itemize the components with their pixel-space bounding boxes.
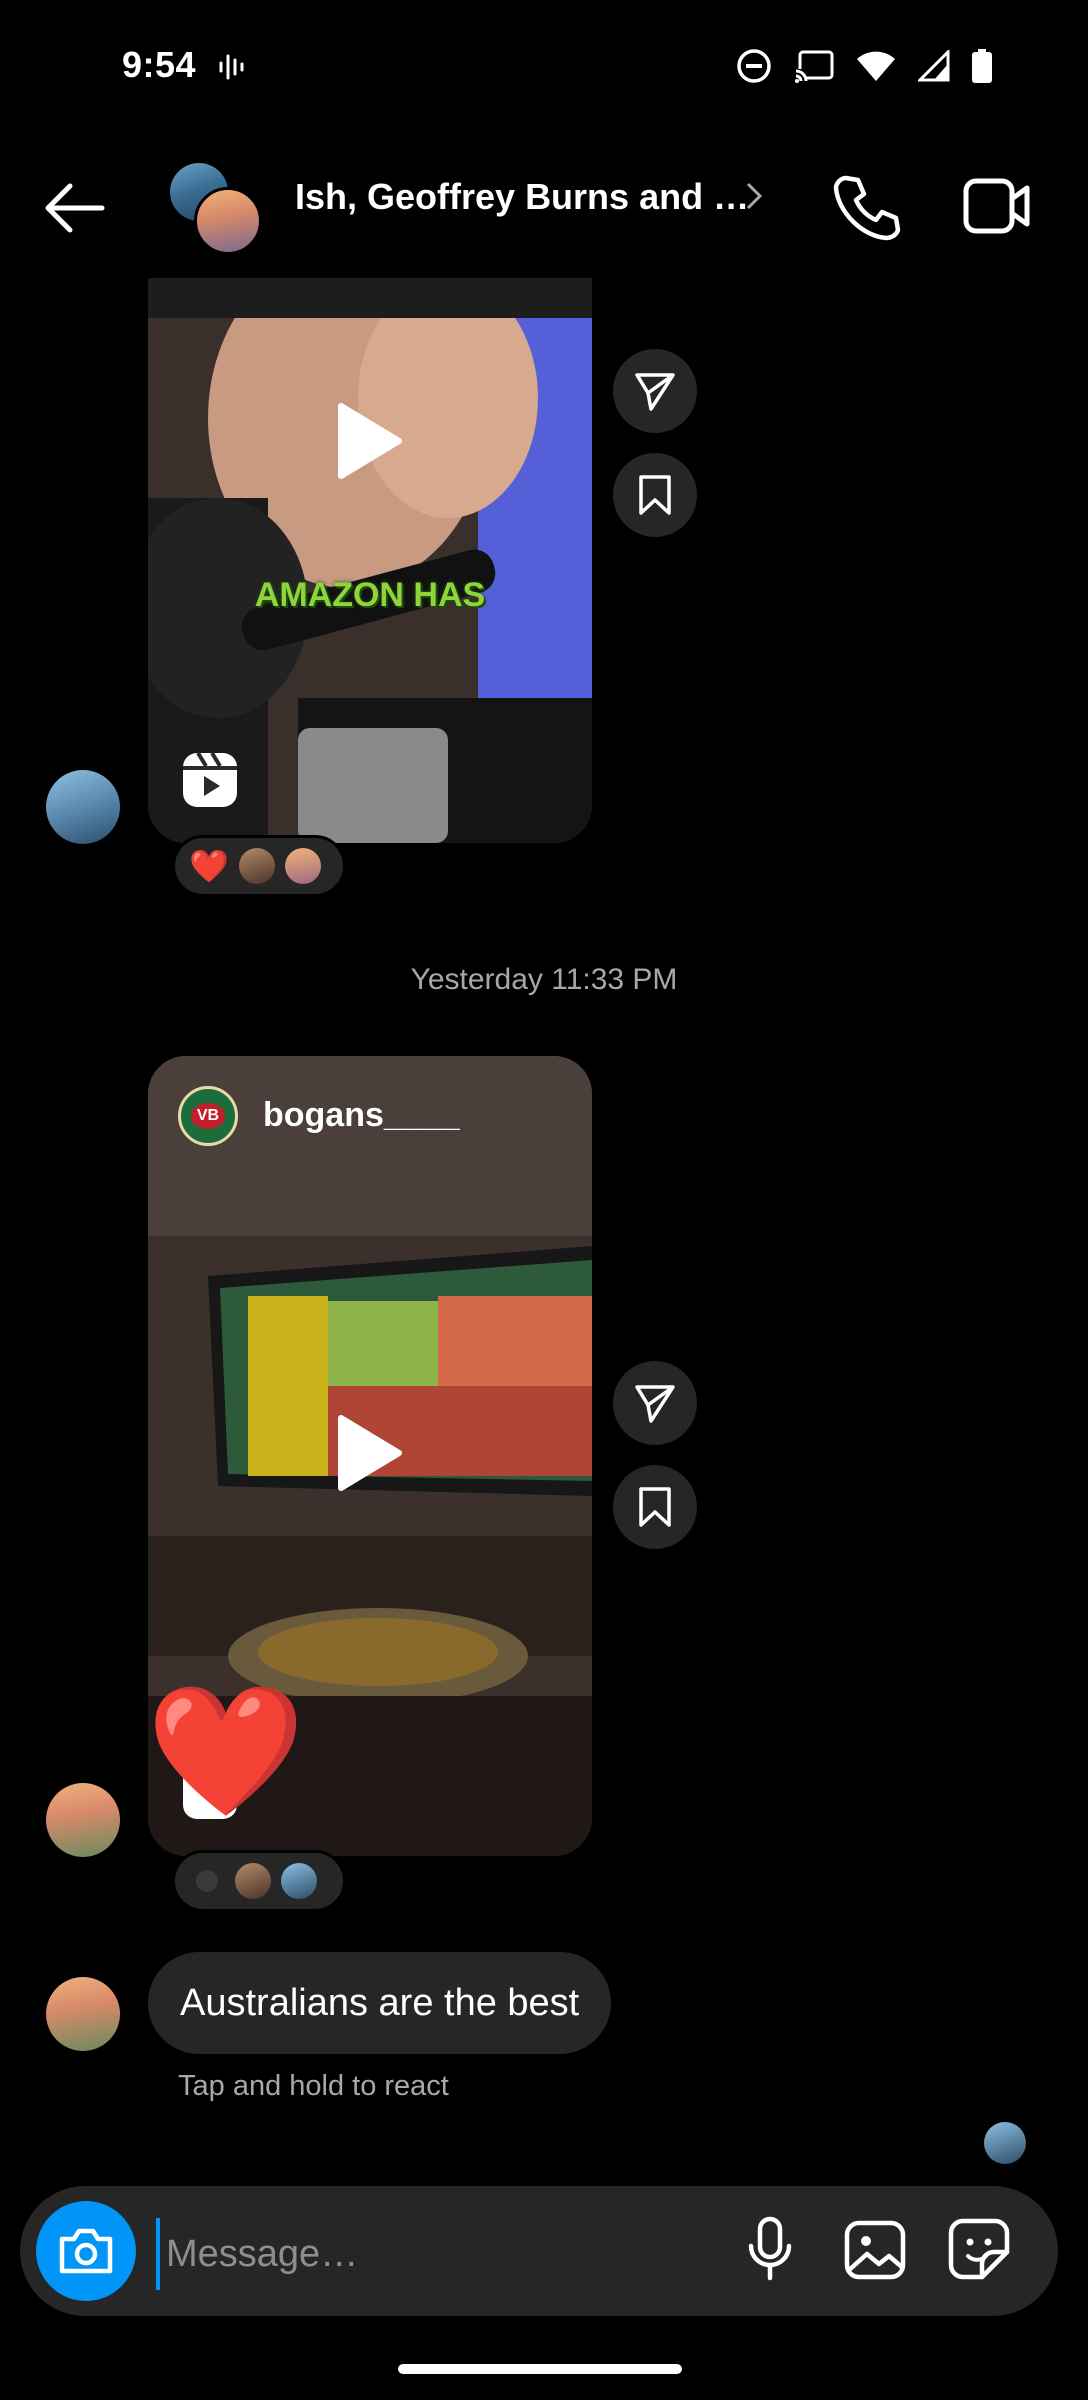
cast-icon bbox=[794, 50, 834, 83]
bookmark-icon bbox=[639, 475, 671, 515]
battery-icon bbox=[972, 49, 992, 83]
save-button[interactable] bbox=[613, 453, 697, 537]
microphone-icon[interactable] bbox=[746, 2216, 794, 2282]
status-icons bbox=[736, 48, 992, 84]
sender-avatar[interactable] bbox=[46, 1783, 120, 1857]
reactor-avatar bbox=[235, 1863, 271, 1899]
phone-icon[interactable] bbox=[832, 172, 902, 242]
send-icon bbox=[635, 1385, 675, 1423]
cell-signal-icon bbox=[918, 50, 950, 82]
message-timestamp: Yesterday 11:33 PM bbox=[410, 963, 678, 996]
reactor-avatar bbox=[238, 848, 275, 884]
reel-card[interactable]: AMAZON HAS bbox=[148, 278, 592, 843]
gallery-icon[interactable] bbox=[844, 2220, 906, 2280]
reactor-avatar bbox=[284, 848, 321, 884]
video-camera-icon[interactable] bbox=[963, 178, 1031, 234]
reactor-avatar bbox=[281, 1863, 317, 1899]
play-icon[interactable] bbox=[333, 402, 403, 480]
react-hint: Tap and hold to react bbox=[178, 2070, 449, 2102]
sticker-icon[interactable] bbox=[948, 2218, 1010, 2280]
account-username[interactable]: bogans____ bbox=[263, 1096, 460, 1135]
wifi-icon bbox=[857, 51, 895, 81]
large-heart-reaction: ❤️ bbox=[146, 1680, 306, 1823]
avatar bbox=[194, 187, 262, 255]
reel-caption: AMAZON HAS bbox=[254, 576, 486, 614]
share-button[interactable] bbox=[613, 1361, 697, 1445]
chat-title[interactable]: Ish, Geoffrey Burns and … bbox=[295, 176, 749, 218]
share-button[interactable] bbox=[613, 349, 697, 433]
reactions-pill[interactable]: ❤️ bbox=[172, 835, 346, 897]
sender-avatar[interactable] bbox=[46, 770, 120, 844]
send-icon bbox=[635, 373, 675, 411]
heart-reaction: ❤️ bbox=[189, 848, 229, 884]
sender-avatar[interactable] bbox=[46, 1977, 120, 2051]
home-indicator[interactable] bbox=[398, 2364, 682, 2374]
play-icon[interactable] bbox=[333, 1414, 403, 1492]
vb-logo: VB bbox=[191, 1103, 225, 1129]
save-button[interactable] bbox=[613, 1465, 697, 1549]
reaction-placeholder bbox=[196, 1870, 218, 1892]
message-input[interactable] bbox=[156, 2218, 688, 2290]
camera-button[interactable] bbox=[36, 2201, 136, 2301]
reels-icon bbox=[183, 751, 237, 807]
back-arrow-icon[interactable] bbox=[40, 178, 110, 238]
message-text: Australians are the best bbox=[180, 1981, 580, 2024]
bookmark-icon bbox=[639, 1487, 671, 1527]
group-avatar[interactable] bbox=[170, 163, 262, 255]
message-bubble[interactable]: Australians are the best bbox=[148, 1952, 612, 2054]
seen-avatar bbox=[984, 2122, 1026, 2164]
account-avatar[interactable]: VB bbox=[178, 1086, 238, 1146]
sound-wave-icon bbox=[219, 54, 244, 80]
reactions-pill[interactable] bbox=[172, 1850, 346, 1912]
camera-icon bbox=[59, 2228, 113, 2274]
status-time: 9:54 bbox=[122, 44, 197, 85]
do-not-disturb-icon bbox=[737, 49, 771, 83]
chevron-right-icon[interactable] bbox=[744, 180, 764, 212]
